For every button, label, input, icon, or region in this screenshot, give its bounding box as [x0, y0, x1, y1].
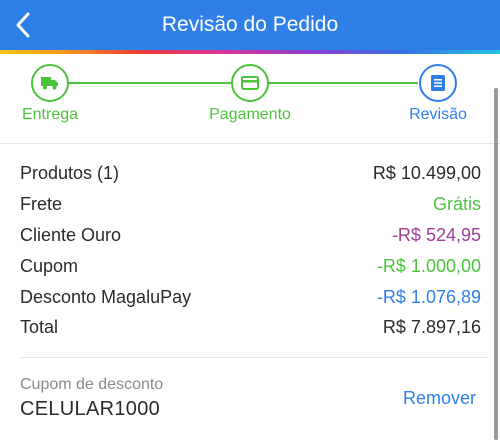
summary-label: Produtos (1): [20, 163, 120, 183]
step-label-entrega: Entrega: [21, 106, 79, 123]
summary-row-frete: Frete Grátis: [20, 189, 481, 220]
total-value: R$ 7.897,16: [382, 317, 481, 337]
summary-value: R$ 10.499,00: [372, 163, 481, 183]
summary-value: -R$ 1.076,89: [376, 287, 481, 307]
summary-label: Cupom: [20, 256, 79, 276]
step-entrega[interactable]: [31, 64, 69, 102]
stepper-connector: [268, 82, 418, 84]
summary-label: Frete: [20, 194, 63, 214]
step-label-revisao: Revisão: [409, 106, 467, 123]
total-label: Total: [20, 317, 59, 337]
summary-value: -R$ 524,95: [391, 225, 481, 245]
summary-value: -R$ 1.000,00: [376, 256, 481, 276]
section-divider: [20, 357, 488, 358]
summary-row-magalupay: Desconto MagaluPay -R$ 1.076,89: [20, 282, 481, 313]
coupon-caption: Cupom de desconto: [20, 376, 164, 393]
summary-row-cliente-ouro: Cliente Ouro -R$ 524,95: [20, 220, 481, 251]
summary-row-cupom: Cupom -R$ 1.000,00: [20, 251, 481, 282]
remove-coupon-button[interactable]: Remover: [403, 388, 476, 409]
credit-card-icon: [241, 76, 259, 90]
summary-label: Cliente Ouro: [20, 225, 122, 245]
truck-icon: [41, 77, 58, 90]
back-button[interactable]: [8, 8, 42, 42]
step-revisao[interactable]: [419, 64, 457, 102]
section-divider: [0, 143, 500, 144]
summary-label: Desconto MagaluPay: [20, 287, 192, 307]
chevron-left-icon: [16, 12, 30, 38]
step-pagamento[interactable]: [231, 64, 269, 102]
step-label-pagamento: Pagamento: [209, 106, 291, 123]
coupon-code: CELULAR1000: [20, 398, 161, 420]
summary-value: Grátis: [432, 194, 481, 214]
page-title: Revisão do Pedido: [161, 13, 339, 36]
checkout-stepper: Entrega Pagamento Revisão: [0, 54, 500, 142]
summary-row-total: Total R$ 7.897,16: [20, 312, 481, 343]
document-icon: [431, 75, 445, 91]
scrollbar[interactable]: [494, 88, 498, 440]
stepper-connector: [68, 82, 232, 84]
summary-row-produtos: Produtos (1) R$ 10.499,00: [20, 158, 481, 189]
